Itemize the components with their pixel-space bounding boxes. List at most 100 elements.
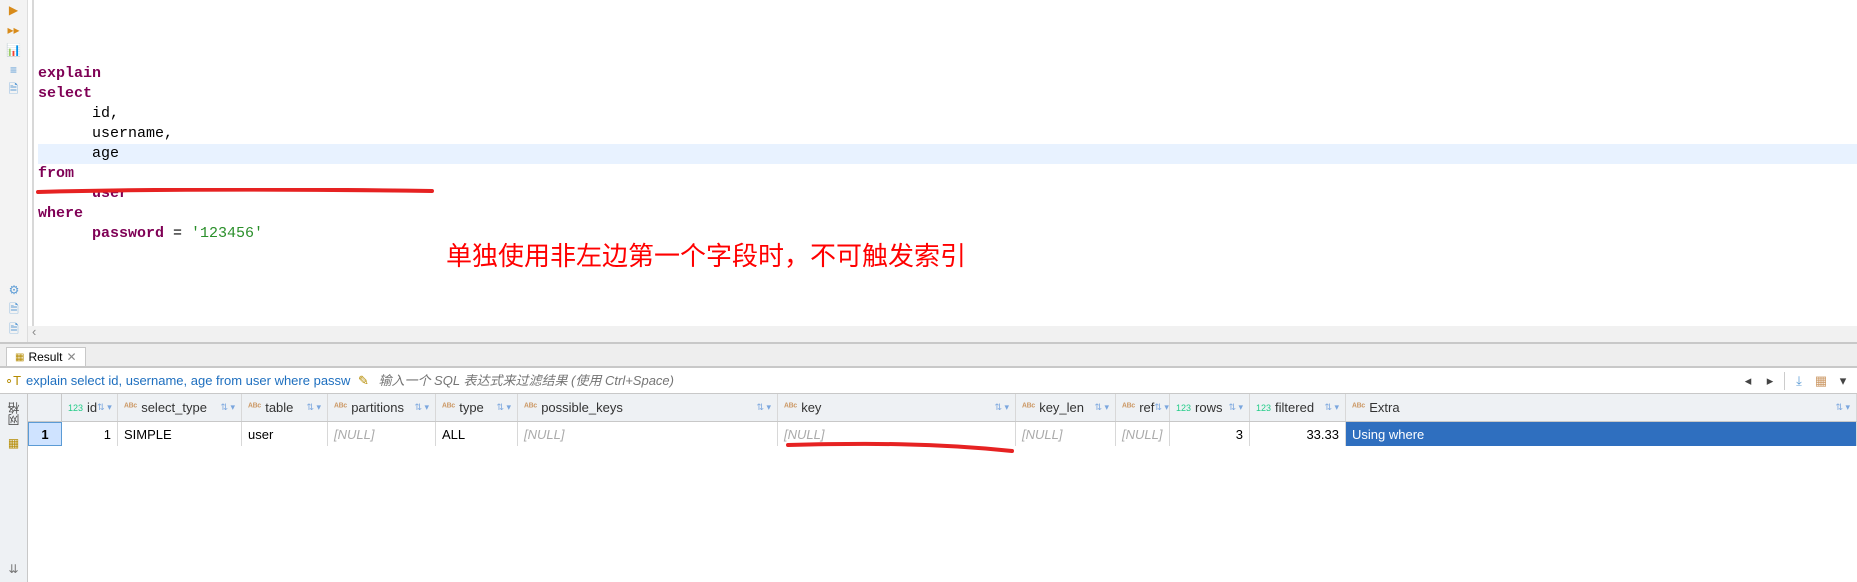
code-line[interactable]: where (38, 204, 1857, 224)
export-icon[interactable]: 🗎 (6, 302, 22, 318)
sort-filter-icon[interactable]: ⇅ ▾ (1154, 402, 1169, 413)
string-column-icon: ᴬᴮᶜ (248, 402, 261, 413)
column-label: ref (1139, 400, 1154, 415)
column-header-table[interactable]: ᴬᴮᶜ table ⇅ ▾ (242, 394, 328, 421)
cell-id[interactable]: 1 (62, 422, 118, 446)
sort-filter-icon[interactable]: ⇅ ▾ (756, 402, 771, 413)
code-line[interactable]: username, (38, 124, 1857, 144)
column-header-key[interactable]: ᴬᴮᶜkey⇅ ▾ (778, 394, 1016, 421)
cell-key_len[interactable]: [NULL] (1016, 422, 1116, 446)
row-number-header[interactable] (28, 394, 62, 421)
sort-filter-icon[interactable]: ⇅ ▾ (496, 402, 511, 413)
cell-rows[interactable]: 3 (1170, 422, 1250, 446)
number-column-icon: 123 (1176, 403, 1191, 413)
code-line[interactable]: explain (38, 64, 1857, 84)
filter-input[interactable] (372, 370, 1734, 392)
column-label: rows (1195, 400, 1222, 415)
sql-toggle-icon[interactable]: ∘T (4, 372, 22, 390)
format-icon[interactable]: ≡ (6, 62, 22, 78)
text-mode-icon[interactable]: ⇊ (8, 562, 18, 576)
cell-possible_keys[interactable]: [NULL] (518, 422, 778, 446)
close-icon[interactable]: ✕ (66, 350, 76, 364)
explain-plan-icon[interactable]: 📊 (6, 42, 22, 58)
cell-Extra[interactable]: Using where (1346, 422, 1857, 446)
sort-filter-icon[interactable]: ⇅ ▾ (1835, 402, 1850, 413)
column-label: possible_keys (541, 400, 623, 415)
column-header-possible_keys[interactable]: ᴬᴮᶜ possible_keys ⇅ ▾ (518, 394, 778, 421)
result-filter-bar: ∘T explain select id, username, age from… (0, 367, 1857, 393)
cell-ref[interactable]: [NULL] (1116, 422, 1170, 446)
grid-mode-label[interactable]: 网格 (5, 402, 22, 426)
column-label: key (801, 400, 821, 415)
column-header-ref[interactable]: ᴬᴮᶜref⇅ ▾ (1116, 394, 1170, 421)
column-label: id (87, 400, 97, 415)
column-label: key_len (1039, 400, 1084, 415)
null-value: [NULL] (1122, 427, 1162, 442)
string-column-icon: ᴬᴮᶜ (1022, 402, 1035, 413)
grid-header-row: 123id⇅ ▾ᴬᴮᶜselect_type⇅ ▾ᴬᴮᶜtable⇅ ▾ᴬᴮᶜp… (28, 394, 1857, 422)
sort-filter-icon[interactable]: ⇅ ▾ (306, 402, 321, 413)
null-value: [NULL] (524, 427, 564, 442)
number-column-icon: 123 (1256, 403, 1271, 413)
tab-result[interactable]: ▦ Result ✕ (6, 347, 86, 366)
column-header-type[interactable]: ᴬᴮᶜtype⇅ ▾ (436, 394, 518, 421)
column-header-select_type[interactable]: ᴬᴮᶜ select_type ⇅ ▾ (118, 394, 242, 421)
string-column-icon: ᴬᴮᶜ (124, 402, 137, 413)
null-value: [NULL] (334, 427, 374, 442)
divider (1784, 372, 1785, 390)
sql-code-area[interactable]: explainselect id, username, agefrom user… (28, 0, 1857, 342)
result-grid: 网格 ▦ ⇊ 123id⇅ ▾ᴬᴮᶜselect_type⇅ ▾ᴬᴮᶜtable… (0, 393, 1857, 582)
number-column-icon: 123 (68, 403, 83, 413)
column-header-partitions[interactable]: ᴬᴮᶜpartitions⇅ ▾ (328, 394, 436, 421)
columns-config-icon[interactable]: ▦ (1813, 373, 1829, 389)
code-line[interactable]: user (38, 184, 1857, 204)
null-value: [NULL] (784, 427, 824, 442)
import-icon[interactable]: 🗎 (6, 322, 22, 338)
first-page-icon[interactable]: ◂ (1740, 373, 1756, 389)
sort-filter-icon[interactable]: ⇅ ▾ (414, 402, 429, 413)
grid-mode-icon[interactable]: ▦ (8, 436, 19, 450)
grid-mode-sidebar: 网格 ▦ ⇊ (0, 394, 28, 582)
code-line[interactable]: id, (38, 104, 1857, 124)
column-label: Extra (1369, 400, 1399, 415)
column-header-rows[interactable]: 123 rows ⇅ ▾ (1170, 394, 1250, 421)
cell-table[interactable]: user (242, 422, 328, 446)
column-header-id[interactable]: 123 id⇅ ▾ (62, 394, 118, 421)
run-step-icon[interactable]: ▸▸ (6, 22, 22, 38)
export-result-icon[interactable]: ⤓ (1791, 373, 1807, 389)
column-header-filtered[interactable]: 123filtered⇅ ▾ (1250, 394, 1346, 421)
column-label: table (265, 400, 293, 415)
sort-filter-icon[interactable]: ⇅ ▾ (220, 402, 235, 413)
sort-filter-icon[interactable]: ⇅ ▾ (1094, 402, 1109, 413)
column-header-key_len[interactable]: ᴬᴮᶜ key_len ⇅ ▾ (1016, 394, 1116, 421)
save-icon[interactable]: 🗎 (6, 82, 22, 98)
editor-vertical-toolbar: ▶ ▸▸ 📊 ≡ 🗎 ⚙ 🗎 🗎 (0, 0, 28, 342)
cell-filtered[interactable]: 33.33 (1250, 422, 1346, 446)
sort-filter-icon[interactable]: ⇅ ▾ (994, 402, 1009, 413)
sort-filter-icon[interactable]: ⇅ ▾ (97, 402, 112, 413)
string-column-icon: ᴬᴮᶜ (524, 402, 537, 413)
last-page-icon[interactable]: ▸ (1762, 373, 1778, 389)
settings-icon[interactable]: ⚙ (6, 282, 22, 298)
settings-result-icon[interactable]: ▾ (1835, 373, 1851, 389)
code-line[interactable]: select (38, 84, 1857, 104)
code-line[interactable]: from (38, 164, 1857, 184)
cell-type[interactable]: ALL (436, 422, 518, 446)
sort-filter-icon[interactable]: ⇅ ▾ (1228, 402, 1243, 413)
cell-select_type[interactable]: SIMPLE (118, 422, 242, 446)
column-label: select_type (141, 400, 207, 415)
executed-sql-preview: explain select id, username, age from us… (22, 373, 354, 388)
result-tab-strip: ▦ Result ✕ (0, 343, 1857, 367)
refresh-icon[interactable]: ✎ (354, 372, 372, 390)
null-value: [NULL] (1022, 427, 1062, 442)
result-nav-controls: ◂ ▸ ⤓ ▦ ▾ (1734, 372, 1857, 390)
sort-filter-icon[interactable]: ⇅ ▾ (1324, 402, 1339, 413)
run-icon[interactable]: ▶ (6, 2, 22, 18)
editor-horizontal-scroll[interactable] (28, 326, 1857, 342)
grid-icon: ▦ (15, 352, 24, 363)
row-number[interactable]: 1 (28, 422, 62, 446)
code-line[interactable]: age (38, 144, 1857, 164)
column-header-Extra[interactable]: ᴬᴮᶜExtra⇅ ▾ (1346, 394, 1857, 421)
cell-partitions[interactable]: [NULL] (328, 422, 436, 446)
annotation-text: 单独使用非左边第一个字段时，不可触发索引 (446, 236, 966, 273)
